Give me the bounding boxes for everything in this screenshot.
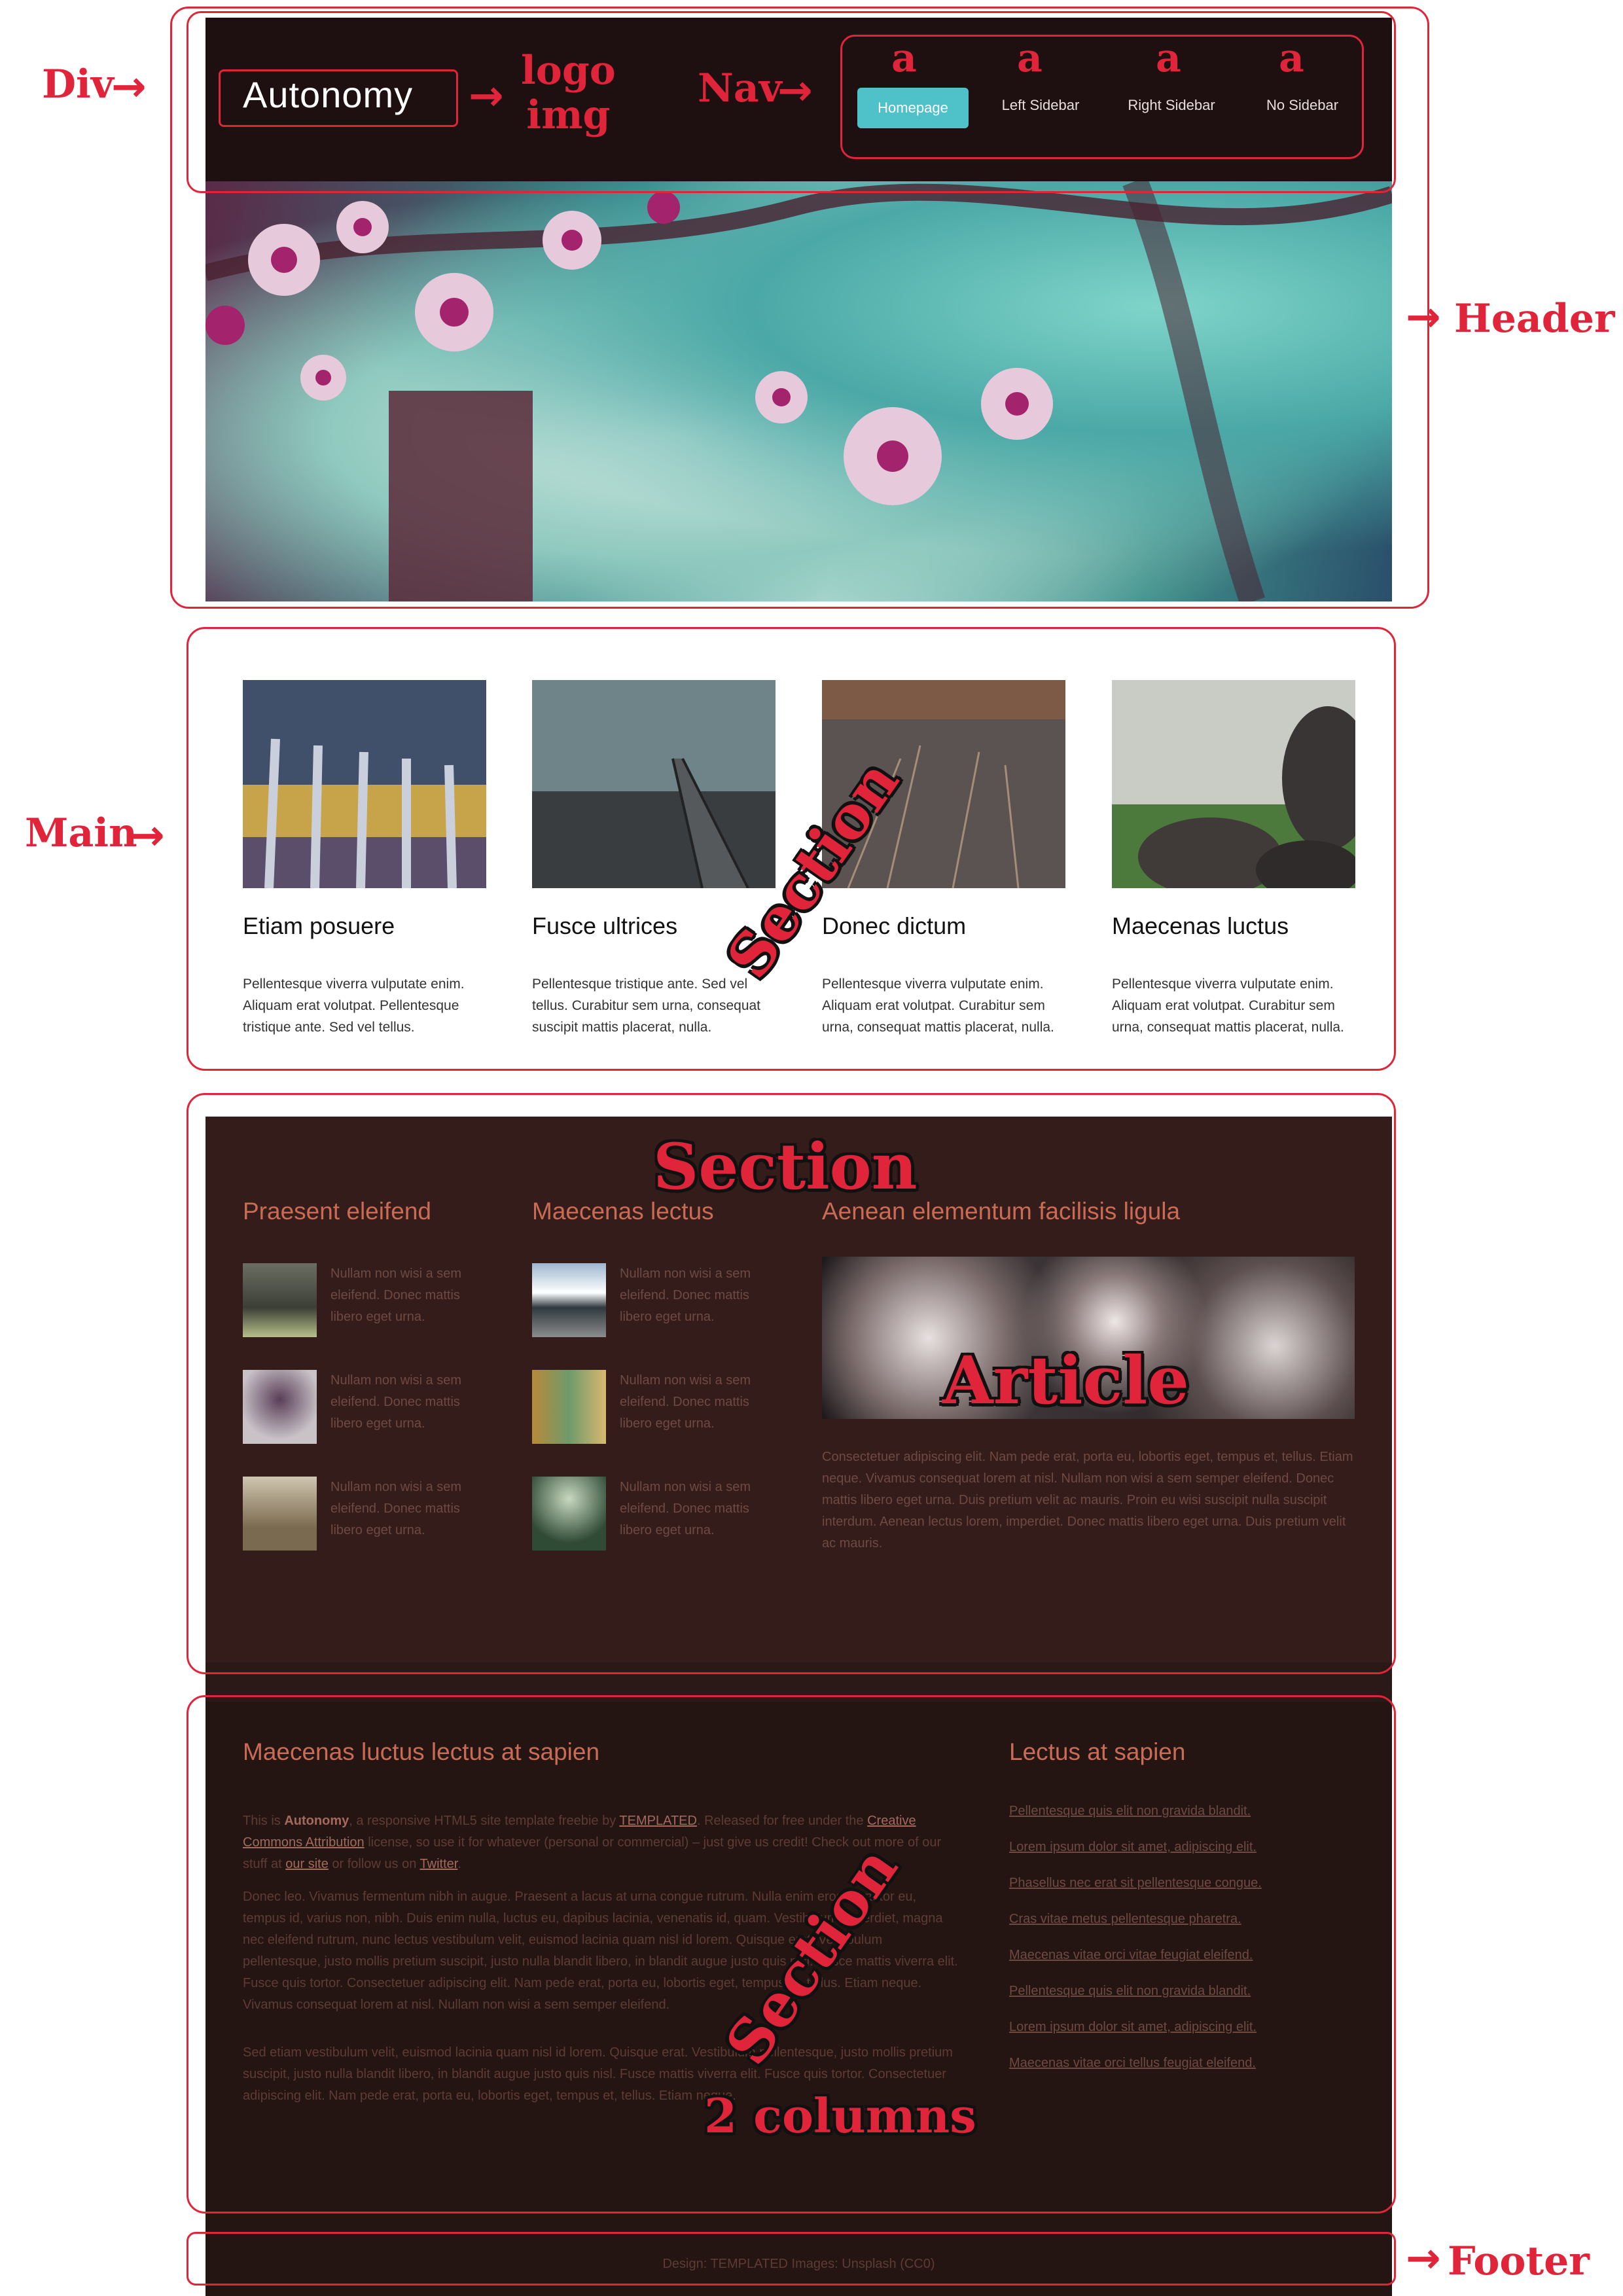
anchor-label: a [891,35,917,81]
footer-outline [187,2232,1396,2286]
arrow-icon: → [777,67,813,115]
article-label: Article [942,1342,1189,1419]
anchor-label: a [1279,35,1304,81]
nav-label: Nav [698,65,782,111]
footer-label: Footer [1448,2238,1590,2284]
logo-outline [219,69,458,127]
anchor-label: a [1156,35,1181,81]
arrow-icon: → [469,72,504,120]
logo-img-label: logo img [521,48,616,137]
arrow-icon: → [130,812,165,860]
anchor-label: a [1017,35,1043,81]
arrow-icon: → [111,63,147,111]
two-columns-label: 2 columns [704,2088,976,2144]
section-label: Section [653,1130,918,1204]
arrow-icon: → [1406,2234,1441,2283]
div-label: Div [42,62,114,107]
header-label: Header [1454,296,1615,342]
logo-label-line: logo [521,48,616,94]
img-label-line: img [526,92,611,138]
main-label: Main [25,810,137,856]
arrow-icon: → [1406,293,1441,342]
